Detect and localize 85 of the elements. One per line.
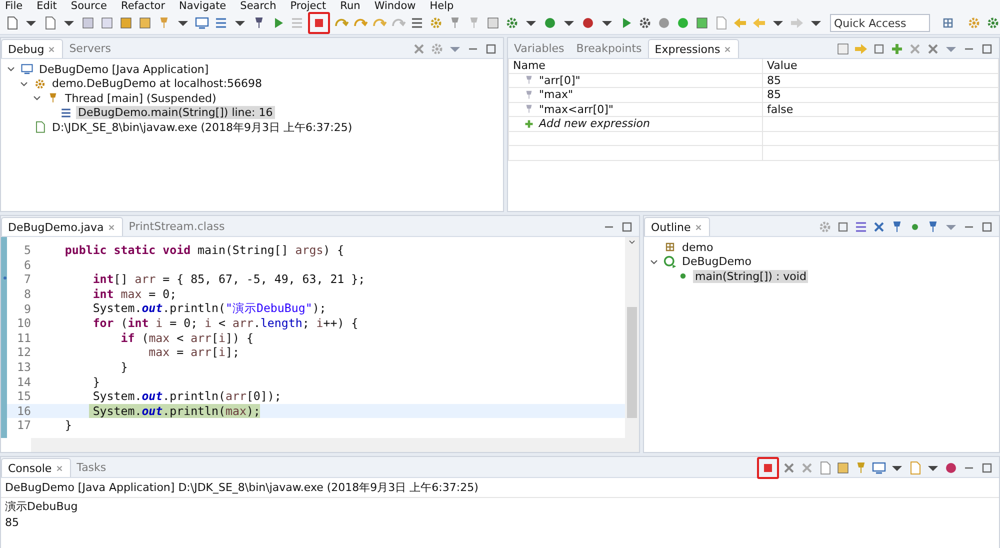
tree-item[interactable]: D:\JDK_SE_8\bin\javaw.exe (2018年9月3日 上午6:37:25) xyxy=(50,120,354,135)
console-output: 85 xyxy=(4,515,20,530)
panel-tab[interactable]: Expressions xyxy=(648,39,740,58)
line-number: 6 xyxy=(23,258,32,272)
code-line: int max = 0; xyxy=(92,287,177,302)
line-number: 16 xyxy=(16,404,32,418)
gear-icon[interactable] xyxy=(504,15,520,31)
close-icon[interactable] xyxy=(54,464,64,472)
code-line: System.out.println("演示DebuBug"); xyxy=(92,301,326,316)
sq-icon[interactable] xyxy=(485,15,501,31)
line-number: 5 xyxy=(23,243,32,258)
tree-item[interactable]: Thread [main] (Suspended) xyxy=(63,92,218,105)
code-line: for (int i = 0; i < arr.length; i++) { xyxy=(92,316,358,330)
menu-item[interactable]: Refactor xyxy=(121,0,166,12)
process-gear-icon xyxy=(33,76,47,91)
menu-item[interactable]: Window xyxy=(374,0,416,12)
line-number: 13 xyxy=(16,360,32,374)
expression-name: "arr[0]" xyxy=(539,74,580,87)
menu-item[interactable]: File xyxy=(5,0,23,12)
console-output: 演示DebuBug xyxy=(4,499,79,515)
code-line: int[] arr = { 85, 67, -5, 49, 63, 21 }; xyxy=(92,272,366,286)
list-icon[interactable] xyxy=(409,15,425,31)
expression-name: "max<arr[0]" xyxy=(539,102,614,116)
scrollbar[interactable] xyxy=(31,438,639,452)
breakpoint-icon xyxy=(1,274,9,282)
monitor-icon[interactable] xyxy=(871,460,887,476)
code-line: } xyxy=(64,418,72,432)
menu-item[interactable]: Project xyxy=(290,0,326,12)
code-line: System.out.println(arr[0]); xyxy=(92,389,282,404)
code-line: if (max < arr[i]) { xyxy=(120,330,254,345)
line-number: 8 xyxy=(23,287,32,302)
tree-item[interactable]: DeBugDemo.main(String[]) line: 16 xyxy=(76,106,275,120)
add-icon xyxy=(523,118,535,130)
menu-item[interactable]: Help xyxy=(430,0,454,12)
line-number: 9 xyxy=(23,302,32,316)
expression-value: 85 xyxy=(762,73,998,88)
monitor-icon[interactable] xyxy=(194,15,210,31)
code-line: max = arr[i]; xyxy=(148,345,240,360)
menu-item[interactable]: Source xyxy=(70,0,107,12)
line-number: 17 xyxy=(16,418,32,432)
menu-item[interactable]: Edit xyxy=(36,0,57,12)
line-number: 10 xyxy=(16,316,32,330)
close-icon[interactable] xyxy=(106,222,116,232)
close-icon[interactable] xyxy=(694,222,703,232)
line-number: 7 xyxy=(7,272,33,286)
panel-tab[interactable]: Console xyxy=(1,458,71,477)
console-header: DeBugDemo [Java Application] D:\JDK_SE_8\bin\javaw.exe (2018年9月3日 上午6:37:25) xyxy=(1,478,999,498)
square-icon[interactable] xyxy=(694,15,710,31)
menu-item[interactable]: Navigate xyxy=(179,0,226,12)
column-header[interactable]: Name xyxy=(508,59,762,73)
tree-item[interactable]: main(String[]) : void xyxy=(693,270,808,283)
menu-item[interactable]: Search xyxy=(240,0,276,12)
line-number: 11 xyxy=(16,330,32,345)
line-number: 15 xyxy=(16,389,32,404)
panel-tab[interactable]: Servers xyxy=(63,39,117,58)
line-number: 14 xyxy=(16,374,32,389)
expression-value: 85 xyxy=(762,88,998,102)
column-header[interactable]: Value xyxy=(762,59,998,73)
bars-icon[interactable] xyxy=(213,15,229,31)
panel-tab[interactable]: Outline xyxy=(644,217,710,236)
class-icon xyxy=(663,254,677,269)
panel-tab[interactable]: Variables xyxy=(508,39,570,58)
expression-name: "max" xyxy=(539,88,574,102)
panel-tab[interactable]: Debug xyxy=(1,39,64,58)
panel-tab[interactable]: Tasks xyxy=(70,458,112,477)
tree-item[interactable]: DeBugDemo xyxy=(680,255,754,268)
close-icon[interactable] xyxy=(47,44,56,54)
line-number: 12 xyxy=(16,345,32,360)
menu-item[interactable]: Run xyxy=(340,0,360,12)
panel-tab[interactable]: Breakpoints xyxy=(570,39,648,58)
tree-item[interactable]: DeBugDemo [Java Application] xyxy=(37,62,211,76)
gear-icon[interactable] xyxy=(637,15,653,31)
close-icon[interactable] xyxy=(723,44,732,54)
code-line: } xyxy=(120,360,128,374)
tree-item[interactable]: demo xyxy=(680,240,716,254)
expression-value: false xyxy=(762,102,998,116)
tree-item[interactable]: demo.DeBugDemo at localhost:56698 xyxy=(50,77,264,90)
application-icon xyxy=(20,62,34,76)
quick-access-field[interactable]: Quick Access xyxy=(830,14,930,32)
code-line: public static void main(String[] args) { xyxy=(64,243,344,258)
panel-tab[interactable]: PrintStream.class xyxy=(122,217,231,236)
circle-icon[interactable] xyxy=(675,15,691,31)
code-line: } xyxy=(92,374,100,389)
scrollbar[interactable] xyxy=(625,237,639,438)
panel-tab[interactable]: DeBugDemo.java xyxy=(1,217,123,236)
